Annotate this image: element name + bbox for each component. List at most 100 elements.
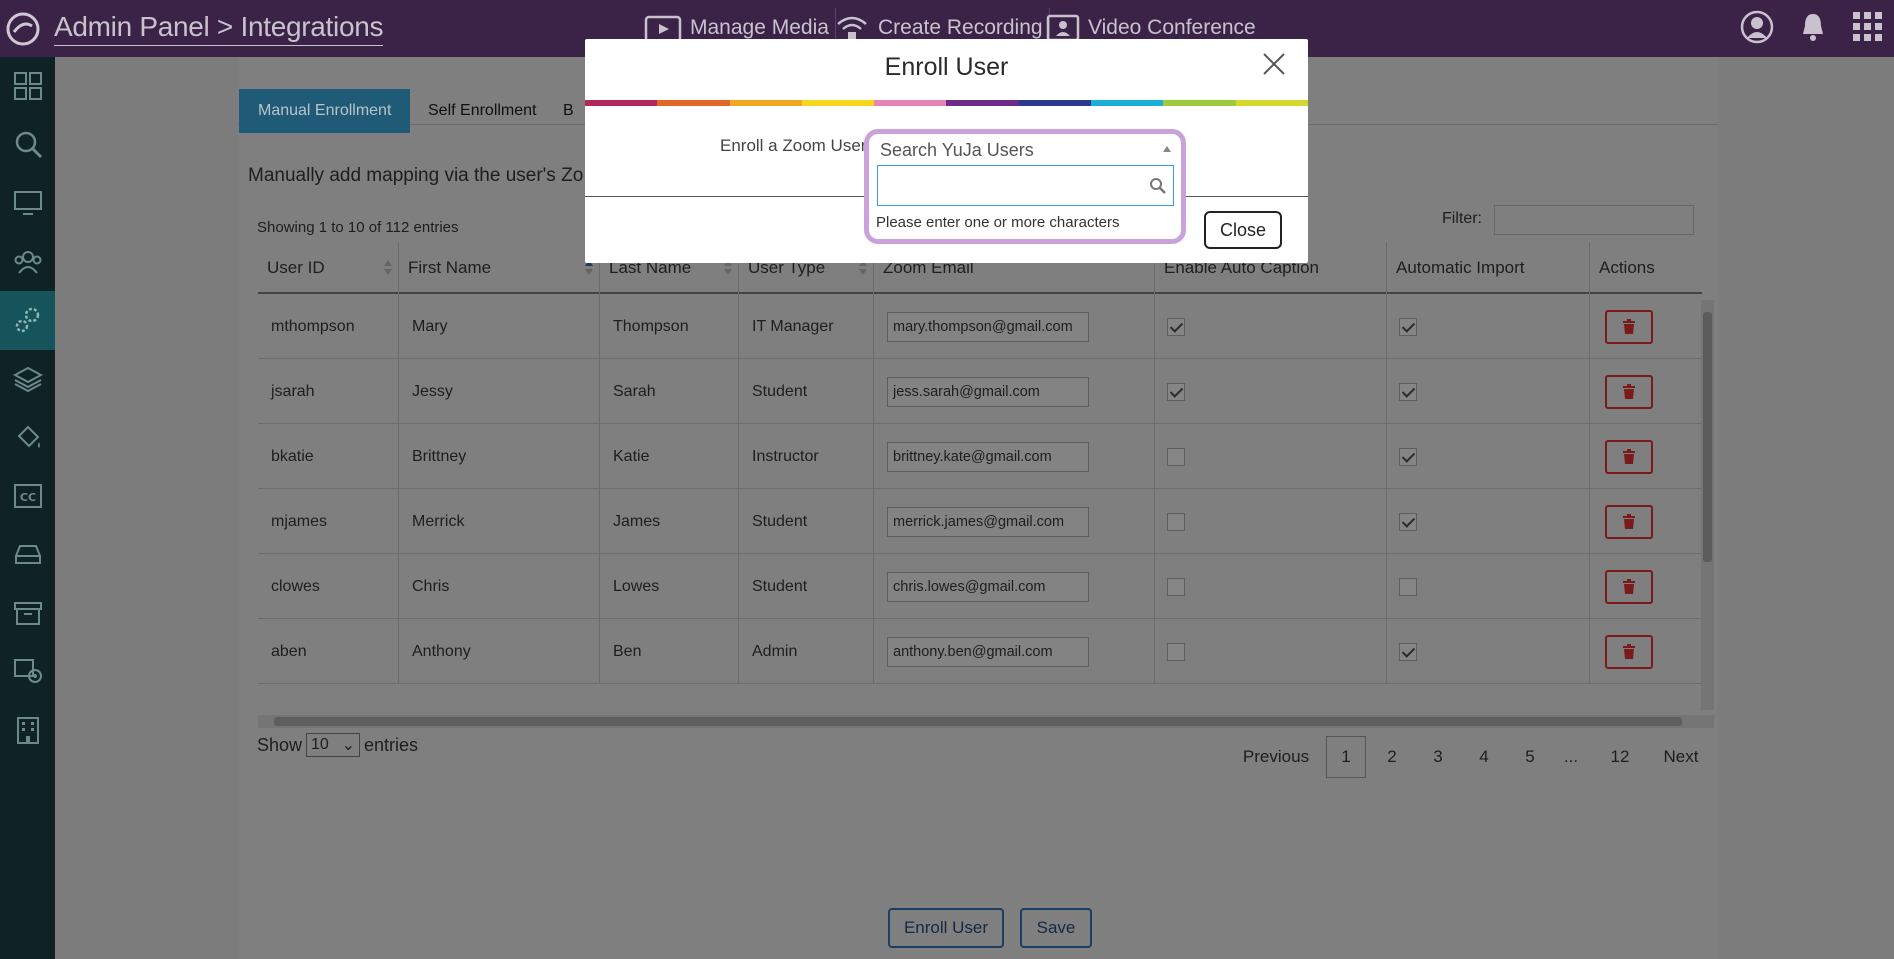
auto-caption-checkbox[interactable] <box>1167 382 1185 401</box>
pagination-page[interactable]: 5 <box>1510 736 1550 778</box>
apps-grid-icon[interactable] <box>1852 11 1884 43</box>
delete-button[interactable] <box>1605 374 1653 409</box>
cell-first: Mary <box>399 294 600 359</box>
table-horizontal-scrollbar[interactable] <box>258 715 1714 728</box>
pagination-page[interactable]: 3 <box>1418 736 1458 778</box>
sidebar-item-monitor[interactable] <box>0 174 55 233</box>
close-button[interactable]: Close <box>1204 211 1282 249</box>
modal-color-strip <box>585 100 1308 106</box>
pagination: Previous 1 2 3 4 5 ... 12 Next <box>1238 736 1708 778</box>
sidebar-item-search[interactable] <box>0 116 55 175</box>
cell-zoom-email: merrick.james@gmail.com <box>874 489 1155 554</box>
zoom-email-input[interactable]: anthony.ben@gmail.com <box>887 636 1089 667</box>
delete-button[interactable] <box>1605 309 1653 344</box>
cell-import <box>1387 489 1590 554</box>
delete-button[interactable] <box>1605 569 1653 604</box>
auto-import-checkbox[interactable] <box>1399 512 1417 531</box>
tab-bulk-enrollment[interactable]: B <box>556 89 581 133</box>
trash-icon <box>1623 448 1635 464</box>
scroll-thumb[interactable] <box>274 717 1682 726</box>
table-vertical-scrollbar[interactable] <box>1701 300 1714 710</box>
user-search-input[interactable] <box>877 165 1174 206</box>
sidebar-item-devices[interactable] <box>0 642 55 701</box>
cell-user-id: clowes <box>258 554 399 619</box>
layers-icon <box>12 366 43 392</box>
user-profile-icon[interactable] <box>1740 10 1774 44</box>
sidebar-item-theme[interactable] <box>0 408 55 467</box>
auto-import-checkbox[interactable] <box>1399 317 1417 336</box>
delete-button[interactable] <box>1605 439 1653 474</box>
sidebar-item-dashboard[interactable] <box>0 57 55 116</box>
pagination-page[interactable]: 1 <box>1326 736 1366 778</box>
enrollment-table: User ID First Name Last Name User Type Z… <box>258 242 1702 716</box>
cell-last: Sarah <box>600 359 739 424</box>
pagination-page[interactable]: 12 <box>1600 736 1640 778</box>
color-segment <box>729 100 802 106</box>
delete-button[interactable] <box>1605 504 1653 539</box>
zoom-email-input[interactable]: chris.lowes@gmail.com <box>887 571 1089 602</box>
sidebar-item-layers[interactable] <box>0 350 55 409</box>
zoom-email-input[interactable]: jess.sarah@gmail.com <box>887 376 1089 407</box>
sort-icon <box>384 260 392 276</box>
zoom-email-input[interactable]: mary.thompson@gmail.com <box>887 311 1089 342</box>
cell-type: Instructor <box>739 424 874 489</box>
col-label: First Name <box>408 258 492 277</box>
auto-caption-checkbox[interactable] <box>1167 642 1185 661</box>
enroll-zoom-user-label: Enroll a Zoom User <box>720 136 867 155</box>
sidebar-item-captions[interactable]: CC <box>0 467 55 526</box>
pagination-previous[interactable]: Previous <box>1238 736 1314 778</box>
select-placeholder: Search YuJa Users <box>880 139 1034 160</box>
pagination-page[interactable]: 2 <box>1372 736 1412 778</box>
close-icon[interactable] <box>1262 52 1286 76</box>
auto-caption-checkbox[interactable] <box>1167 317 1185 336</box>
scroll-thumb[interactable] <box>1703 312 1712 562</box>
auto-caption-checkbox[interactable] <box>1167 512 1185 531</box>
page-length-value: 10 <box>311 736 329 753</box>
breadcrumb[interactable]: Admin Panel > Integrations <box>54 11 383 46</box>
sidebar-item-archive[interactable] <box>0 584 55 643</box>
cell-zoom-email: jess.sarah@gmail.com <box>874 359 1155 424</box>
auto-import-checkbox[interactable] <box>1399 642 1417 661</box>
enroll-user-button[interactable]: Enroll User <box>888 908 1004 948</box>
nav-label: Manage Media <box>690 16 829 39</box>
tab-self-enrollment[interactable]: Self Enrollment <box>409 89 556 133</box>
delete-button[interactable] <box>1605 634 1653 669</box>
user-search-dropdown: Search YuJa Users Please enter one or mo… <box>864 129 1186 244</box>
zoom-email-input[interactable]: merrick.james@gmail.com <box>887 506 1089 537</box>
auto-import-checkbox[interactable] <box>1399 382 1417 401</box>
auto-import-checkbox[interactable] <box>1399 447 1417 466</box>
sidebar-item-settings[interactable] <box>0 291 55 350</box>
sidebar-item-storage[interactable] <box>0 525 55 584</box>
cell-actions <box>1590 424 1702 489</box>
auto-caption-checkbox[interactable] <box>1167 447 1185 466</box>
user-select[interactable]: Search YuJa Users <box>875 138 1175 162</box>
yuja-logo-icon[interactable] <box>4 10 42 48</box>
col-user-id[interactable]: User ID <box>258 242 399 294</box>
page-length-select[interactable]: 10 ⌄ <box>306 733 361 757</box>
cell-caption <box>1155 619 1387 684</box>
tab-manual-enrollment[interactable]: Manual Enrollment <box>239 89 411 133</box>
col-label: Actions <box>1599 258 1655 277</box>
nav-label: Video Conference <box>1088 16 1256 39</box>
zoom-email-input[interactable]: brittney.kate@gmail.com <box>887 441 1089 472</box>
color-segment <box>1091 100 1164 106</box>
cell-user-id: jsarah <box>258 359 399 424</box>
color-segment <box>1163 100 1236 106</box>
col-first-name[interactable]: First Name <box>399 242 600 294</box>
device-camera-icon <box>13 659 42 684</box>
auto-import-checkbox[interactable] <box>1399 577 1417 596</box>
cell-zoom-email: mary.thompson@gmail.com <box>874 294 1155 359</box>
pagination-page[interactable]: 4 <box>1464 736 1504 778</box>
notification-bell-icon[interactable] <box>1798 11 1828 43</box>
pagination-next[interactable]: Next <box>1656 736 1706 778</box>
cell-caption <box>1155 424 1387 489</box>
sidebar-item-institution[interactable] <box>0 701 55 760</box>
sidebar-item-groups[interactable] <box>0 233 55 292</box>
filter-input[interactable] <box>1494 205 1694 235</box>
col-auto-import[interactable]: Automatic Import <box>1387 242 1590 294</box>
auto-caption-checkbox[interactable] <box>1167 577 1185 596</box>
save-button[interactable]: Save <box>1020 908 1092 948</box>
dashboard-icon <box>13 72 42 101</box>
cell-caption <box>1155 294 1387 359</box>
group-icon <box>14 250 41 274</box>
